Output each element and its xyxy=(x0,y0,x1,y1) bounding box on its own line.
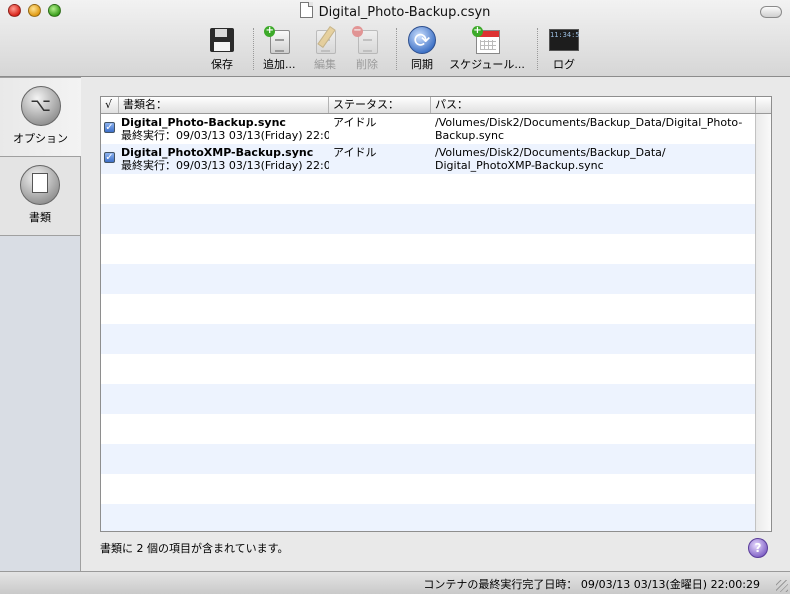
sidebar-item-documents[interactable]: 書類 xyxy=(0,157,80,236)
row-checkbox[interactable]: ✓ xyxy=(104,152,115,163)
sidebar-item-documents-label: 書類 xyxy=(29,211,51,224)
floppy-disk-icon xyxy=(210,28,234,52)
table-row[interactable]: ✓ Digital_Photo-Backup.sync 最終実行：09/03/1… xyxy=(101,114,755,144)
row-checkbox[interactable]: ✓ xyxy=(104,122,115,133)
schedule-button[interactable]: + スケジュール... xyxy=(447,26,527,72)
window-title-text: Digital_Photo-Backup.csyn xyxy=(318,5,491,20)
column-header-name[interactable]: 書類名： xyxy=(119,97,329,113)
delete-label: 削除 xyxy=(356,58,378,71)
help-button[interactable]: ? xyxy=(748,538,768,558)
edit-label: 編集 xyxy=(314,58,336,71)
window-title: Digital_Photo-Backup.csyn xyxy=(0,2,790,22)
item-count-text: 書類に 2 個の項目が含まれています。 xyxy=(100,542,289,555)
column-header-status[interactable]: ステータス： xyxy=(329,97,431,113)
table-rows: ✓ Digital_Photo-Backup.sync 最終実行：09/03/1… xyxy=(101,114,755,531)
sidebar-item-options-label: オプション xyxy=(13,132,68,145)
row-status: アイドル xyxy=(333,146,377,159)
status-text: コンテナの最終実行完了日時： 09/03/13 03/13(金曜日) 22:00… xyxy=(423,578,760,591)
save-label: 保存 xyxy=(211,58,233,71)
row-name: Digital_Photo-Backup.sync xyxy=(121,116,286,129)
row-last-run: 最終実行：09/03/13 03/13(Friday) 22:00:2 xyxy=(121,159,329,172)
add-label: 追加... xyxy=(263,58,296,71)
table-header: √ 書類名： ステータス： パス： xyxy=(101,97,771,114)
table-row[interactable]: ✓ Digital_PhotoXMP-Backup.sync 最終実行：09/0… xyxy=(101,144,755,174)
log-console-icon: 11:34:5 xyxy=(549,29,580,51)
row-path-line1: /Volumes/Disk2/Documents/Backup_Data/ xyxy=(435,146,666,159)
row-path-line2: Backup.sync xyxy=(435,129,505,142)
toolbar-separator xyxy=(537,28,538,70)
edit-button[interactable]: 編集 xyxy=(310,25,340,72)
sync-button[interactable]: 同期 xyxy=(407,26,437,72)
row-last-run: 最終実行：09/03/13 03/13(Friday) 22:00:0 xyxy=(121,129,329,142)
schedule-plus-icon: + xyxy=(472,25,483,37)
save-button[interactable]: 保存 xyxy=(207,26,237,72)
delete-button[interactable]: − 削除 xyxy=(352,26,382,72)
schedule-label: スケジュール... xyxy=(449,58,525,71)
app-window: Digital_Photo-Backup.csyn 保存 + 追加... 編集 … xyxy=(0,0,790,594)
add-button[interactable]: + 追加... xyxy=(263,26,296,72)
table-header-corner xyxy=(755,97,771,113)
log-label: ログ xyxy=(553,58,575,71)
sync-icon xyxy=(408,26,436,54)
status-bar: コンテナの最終実行完了日時： 09/03/13 03/13(金曜日) 22:00… xyxy=(0,571,790,594)
row-name: Digital_PhotoXMP-Backup.sync xyxy=(121,146,314,159)
toolbar-separator xyxy=(396,28,397,70)
add-plus-icon: + xyxy=(264,25,276,37)
column-header-path[interactable]: パス： xyxy=(431,97,756,113)
column-header-check[interactable]: √ xyxy=(101,97,119,113)
title-toolbar: Digital_Photo-Backup.csyn 保存 + 追加... 編集 … xyxy=(0,0,790,77)
document-page-icon xyxy=(20,165,60,205)
row-path-line2: Digital_PhotoXMP-Backup.sync xyxy=(435,159,604,172)
resize-grip-icon[interactable] xyxy=(776,580,788,592)
documents-table: √ 書類名： ステータス： パス： ✓ Digital_Photo-Backup… xyxy=(100,96,772,532)
log-icon-text: 11:34:5 xyxy=(550,31,580,39)
vertical-scrollbar[interactable] xyxy=(755,114,771,531)
option-key-icon: ⌥ xyxy=(20,86,61,126)
sidebar: ⌥ オプション 書類 xyxy=(0,77,82,571)
sync-label: 同期 xyxy=(411,58,433,71)
delete-minus-icon: − xyxy=(352,25,363,37)
log-button[interactable]: 11:34:5 ログ xyxy=(549,26,580,72)
row-status: アイドル xyxy=(333,116,377,129)
document-icon xyxy=(299,2,313,18)
row-path-line1: /Volumes/Disk2/Documents/Backup_Data/Dig… xyxy=(435,116,743,129)
toolbar-separator xyxy=(253,28,254,70)
sidebar-item-options[interactable]: ⌥ オプション xyxy=(0,77,82,157)
main-content: √ 書類名： ステータス： パス： ✓ Digital_Photo-Backup… xyxy=(81,77,790,571)
